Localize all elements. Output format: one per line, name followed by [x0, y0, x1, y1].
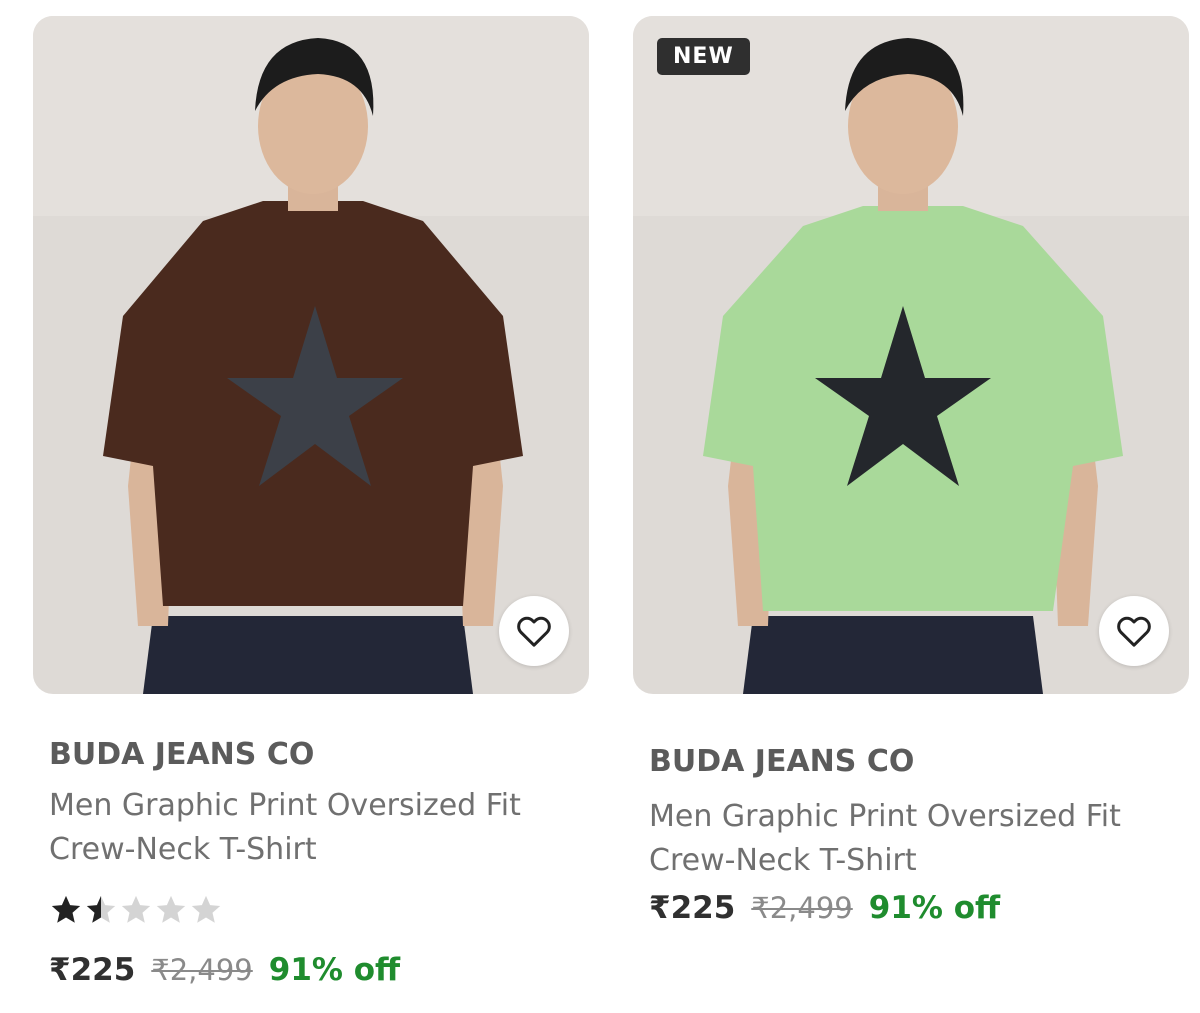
star-icon-empty [156, 895, 186, 923]
star-icon-half [86, 895, 116, 923]
wishlist-button[interactable] [499, 596, 569, 666]
wishlist-button[interactable] [1099, 596, 1169, 666]
star-icon-empty [121, 895, 151, 923]
product-title[interactable]: Men Graphic Print Oversized Fit Crew-Nec… [49, 784, 579, 872]
new-badge: NEW [657, 38, 750, 75]
product-title-line-1: Men Graphic Print Oversized Fit [49, 788, 521, 823]
rating-stars [49, 893, 223, 933]
heart-outline-icon [1117, 616, 1151, 647]
star-icon-empty [191, 895, 221, 923]
brand-name: BUDA JEANS CO [49, 737, 315, 772]
product-image[interactable] [633, 16, 1189, 694]
product-title-line-1: Men Graphic Print Oversized Fit [649, 799, 1121, 834]
price-row: ₹225 ₹2,499 91% off [649, 890, 1000, 926]
original-price: ₹2,499 [151, 953, 253, 987]
original-price: ₹2,499 [751, 891, 853, 925]
heart-outline-icon [517, 616, 551, 647]
product-image[interactable] [33, 16, 589, 694]
star-icon-filled [51, 895, 81, 923]
product-title-line-2: Crew-Neck T-Shirt [649, 843, 917, 878]
brand-name: BUDA JEANS CO [649, 744, 915, 779]
selling-price: ₹225 [49, 952, 136, 988]
product-grid: BUDA JEANS CO Men Graphic Print Oversize… [0, 0, 1200, 1013]
discount-percent: 91% off [868, 890, 1001, 926]
model-wearing-green-star-tshirt-image [633, 16, 1189, 694]
product-title-line-2: Crew-Neck T-Shirt [49, 832, 317, 867]
product-title[interactable]: Men Graphic Print Oversized Fit Crew-Nec… [649, 795, 1179, 883]
discount-percent: 91% off [268, 952, 401, 988]
model-wearing-brown-star-tshirt-image [33, 16, 589, 694]
selling-price: ₹225 [649, 890, 736, 926]
price-row: ₹225 ₹2,499 91% off [49, 952, 400, 988]
